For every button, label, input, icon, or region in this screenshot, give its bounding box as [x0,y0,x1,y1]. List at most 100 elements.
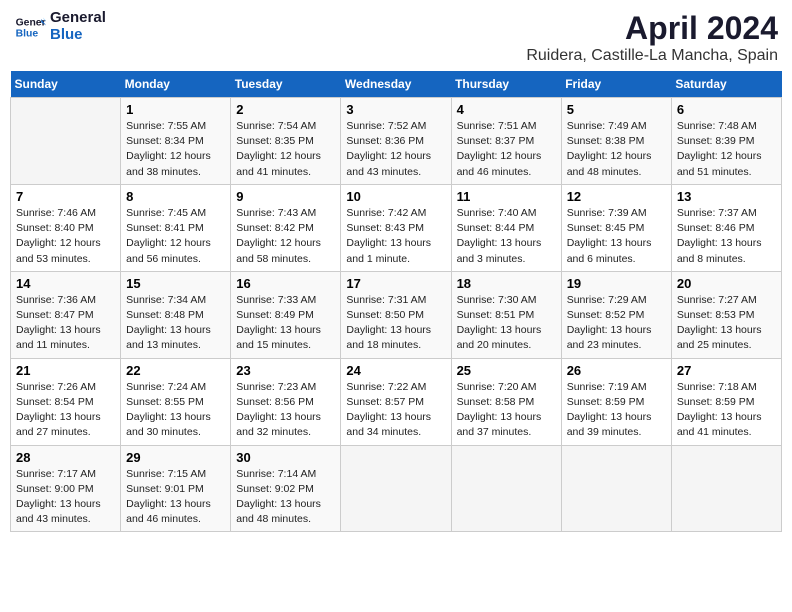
calendar-cell [341,445,451,532]
day-info: Sunrise: 7:37 AMSunset: 8:46 PMDaylight:… [677,206,776,267]
day-info: Sunrise: 7:51 AMSunset: 8:37 PMDaylight:… [457,119,556,180]
calendar-cell: 12Sunrise: 7:39 AMSunset: 8:45 PMDayligh… [561,184,671,271]
day-info: Sunrise: 7:45 AMSunset: 8:41 PMDaylight:… [126,206,225,267]
calendar-cell: 30 Sunrise: 7:14 AMSunset: 9:02 PMDayligh… [231,445,341,532]
logo-icon: General Blue [14,11,46,43]
calendar-cell: 14 Sunrise: 7:36 AMSunset: 8:47 PMDayligh… [11,271,121,358]
calendar-cell: 24 Sunrise: 7:22 AMSunset: 8:57 PMDayligh… [341,358,451,445]
calendar-cell: 7Sunrise: 7:46 AMSunset: 8:40 PMDaylight… [11,184,121,271]
day-info: Sunrise: 7:19 AMSunset: 8:59 PMDaylight:… [567,380,666,441]
day-info: Sunrise: 7:30 AMSunset: 8:51 PMDaylight:… [457,293,556,354]
col-header-tuesday: Tuesday [231,71,341,98]
day-number: 4 [457,102,556,117]
calendar-cell: 28 Sunrise: 7:17 AMSunset: 9:00 PMDayligh… [11,445,121,532]
day-number: 22 [126,363,225,378]
day-info: Sunrise: 7:40 AMSunset: 8:44 PMDaylight:… [457,206,556,267]
day-number: 9 [236,189,335,204]
calendar-cell: 27 Sunrise: 7:18 AMSunset: 8:59 PMDayligh… [671,358,781,445]
day-info: Sunrise: 7:48 AMSunset: 8:39 PMDaylight:… [677,119,776,180]
day-number: 21 [16,363,115,378]
calendar-cell [671,445,781,532]
day-info: Sunrise: 7:24 AMSunset: 8:55 PMDaylight:… [126,380,225,441]
calendar-cell: 16 Sunrise: 7:33 AMSunset: 8:49 PMDayligh… [231,271,341,358]
calendar-cell: 25Sunrise: 7:20 AMSunset: 8:58 PMDayligh… [451,358,561,445]
col-header-friday: Friday [561,71,671,98]
day-info: Sunrise: 7:14 AMSunset: 9:02 PMDaylight:… [236,467,335,528]
day-number: 20 [677,276,776,291]
logo-general: General [50,10,106,27]
calendar-cell: 21 Sunrise: 7:26 AMSunset: 8:54 PMDayligh… [11,358,121,445]
day-info: Sunrise: 7:27 AMSunset: 8:53 PMDaylight:… [677,293,776,354]
col-header-sunday: Sunday [11,71,121,98]
day-info: Sunrise: 7:34 AMSunset: 8:48 PMDaylight:… [126,293,225,354]
day-number: 2 [236,102,335,117]
day-number: 13 [677,189,776,204]
calendar-cell: 3Sunrise: 7:52 AMSunset: 8:36 PMDaylight… [341,98,451,185]
calendar-cell [11,98,121,185]
day-number: 16 [236,276,335,291]
day-info: Sunrise: 7:55 AMSunset: 8:34 PMDaylight:… [126,119,225,180]
calendar-header-row: SundayMondayTuesdayWednesdayThursdayFrid… [11,71,782,98]
day-number: 14 [16,276,115,291]
day-number: 5 [567,102,666,117]
calendar-cell: 29Sunrise: 7:15 AMSunset: 9:01 PMDayligh… [121,445,231,532]
title-area: April 2024 Ruidera, Castille-La Mancha, … [526,10,778,65]
day-number: 7 [16,189,115,204]
calendar-cell: 18 Sunrise: 7:30 AMSunset: 8:51 PMDayligh… [451,271,561,358]
day-info: Sunrise: 7:52 AMSunset: 8:36 PMDaylight:… [346,119,445,180]
calendar-cell: 15 Sunrise: 7:34 AMSunset: 8:48 PMDayligh… [121,271,231,358]
calendar-cell: 19 Sunrise: 7:29 AMSunset: 8:52 PMDayligh… [561,271,671,358]
day-number: 28 [16,450,115,465]
logo: General Blue General Blue [14,10,106,43]
day-number: 17 [346,276,445,291]
day-number: 18 [457,276,556,291]
day-number: 12 [567,189,666,204]
calendar-week-row: 1Sunrise: 7:55 AMSunset: 8:34 PMDaylight… [11,98,782,185]
day-info: Sunrise: 7:18 AMSunset: 8:59 PMDaylight:… [677,380,776,441]
day-info: Sunrise: 7:22 AMSunset: 8:57 PMDaylight:… [346,380,445,441]
calendar-cell: 22 Sunrise: 7:24 AMSunset: 8:55 PMDayligh… [121,358,231,445]
header: General Blue General Blue April 2024 Rui… [10,10,782,65]
day-info: Sunrise: 7:36 AMSunset: 8:47 PMDaylight:… [16,293,115,354]
day-number: 8 [126,189,225,204]
col-header-monday: Monday [121,71,231,98]
day-info: Sunrise: 7:15 AMSunset: 9:01 PMDaylight:… [126,467,225,528]
calendar-cell [561,445,671,532]
day-number: 10 [346,189,445,204]
calendar-cell: 11 Sunrise: 7:40 AMSunset: 8:44 PMDayligh… [451,184,561,271]
day-info: Sunrise: 7:31 AMSunset: 8:50 PMDaylight:… [346,293,445,354]
calendar-cell: 4 Sunrise: 7:51 AMSunset: 8:37 PMDaylight… [451,98,561,185]
calendar-week-row: 28 Sunrise: 7:17 AMSunset: 9:00 PMDayligh… [11,445,782,532]
day-number: 30 [236,450,335,465]
col-header-wednesday: Wednesday [341,71,451,98]
calendar-cell: 2Sunrise: 7:54 AMSunset: 8:35 PMDaylight… [231,98,341,185]
page-subtitle: Ruidera, Castille-La Mancha, Spain [526,47,778,65]
day-info: Sunrise: 7:43 AMSunset: 8:42 PMDaylight:… [236,206,335,267]
day-number: 24 [346,363,445,378]
day-info: Sunrise: 7:23 AMSunset: 8:56 PMDaylight:… [236,380,335,441]
calendar-cell: 17 Sunrise: 7:31 AMSunset: 8:50 PMDayligh… [341,271,451,358]
day-info: Sunrise: 7:49 AMSunset: 8:38 PMDaylight:… [567,119,666,180]
day-number: 27 [677,363,776,378]
day-info: Sunrise: 7:17 AMSunset: 9:00 PMDaylight:… [16,467,115,528]
logo-blue: Blue [50,27,106,44]
day-info: Sunrise: 7:26 AMSunset: 8:54 PMDaylight:… [16,380,115,441]
day-number: 15 [126,276,225,291]
day-info: Sunrise: 7:29 AMSunset: 8:52 PMDaylight:… [567,293,666,354]
calendar-week-row: 21 Sunrise: 7:26 AMSunset: 8:54 PMDayligh… [11,358,782,445]
calendar-cell: 5 Sunrise: 7:49 AMSunset: 8:38 PMDaylight… [561,98,671,185]
calendar-cell: 20 Sunrise: 7:27 AMSunset: 8:53 PMDayligh… [671,271,781,358]
day-info: Sunrise: 7:42 AMSunset: 8:43 PMDaylight:… [346,206,445,267]
day-number: 6 [677,102,776,117]
col-header-saturday: Saturday [671,71,781,98]
day-number: 19 [567,276,666,291]
calendar-cell: 23Sunrise: 7:23 AMSunset: 8:56 PMDayligh… [231,358,341,445]
calendar-week-row: 14 Sunrise: 7:36 AMSunset: 8:47 PMDayligh… [11,271,782,358]
day-number: 11 [457,189,556,204]
svg-text:Blue: Blue [16,28,39,39]
calendar-table: SundayMondayTuesdayWednesdayThursdayFrid… [10,71,782,532]
day-info: Sunrise: 7:33 AMSunset: 8:49 PMDaylight:… [236,293,335,354]
day-number: 25 [457,363,556,378]
col-header-thursday: Thursday [451,71,561,98]
calendar-cell [451,445,561,532]
